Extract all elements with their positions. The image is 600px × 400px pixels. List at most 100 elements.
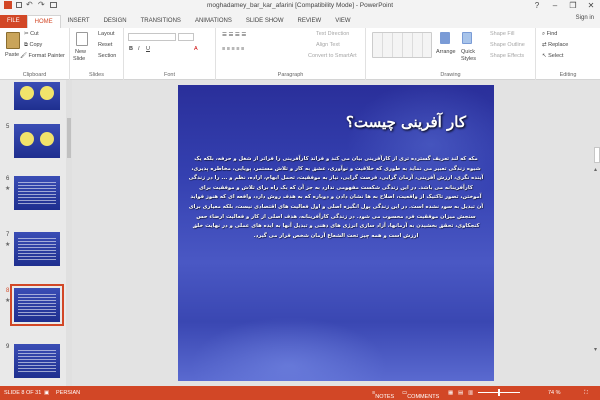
italic-button[interactable]: I [138, 46, 140, 52]
text-direction-button[interactable]: Text Direction [316, 31, 349, 37]
convert-smartart-button[interactable]: Convert to SmartArt [308, 53, 357, 59]
thumbnail-number: 6 [6, 176, 10, 182]
bold-button[interactable]: B [129, 46, 133, 52]
help-button[interactable]: ? [528, 0, 546, 12]
normal-view-icon[interactable]: ▦ [448, 390, 453, 396]
new-slide-button-line2[interactable]: Slide [73, 56, 85, 62]
copy-icon: ⧉ [24, 42, 28, 48]
maximize-button[interactable]: ❐ [564, 0, 582, 12]
tab-home[interactable]: HOME [26, 15, 61, 28]
shape-fill-button[interactable]: Shape Fill [490, 31, 514, 37]
cut-label: Cut [30, 31, 39, 37]
arrange-icon[interactable] [440, 32, 450, 44]
tab-review[interactable]: REVIEW [291, 15, 329, 28]
zoom-slider-thumb[interactable] [498, 389, 500, 396]
bullets-button[interactable]: ☰ ☰ ☰ ☰ [222, 32, 246, 38]
select-label: Select [548, 53, 564, 59]
animation-star-icon: ★ [5, 186, 11, 192]
section-button[interactable]: Section [98, 53, 116, 59]
tab-transitions[interactable]: TRANSITIONS [134, 15, 188, 28]
arrange-button[interactable]: Arrange [436, 49, 456, 55]
current-slide[interactable]: کار آفرینی چیست؟ مکه که لند تعریف گسترده… [178, 85, 494, 381]
thumbnail-number: 9 [6, 344, 10, 350]
format-painter-button[interactable]: 🖌 Format Painter [20, 53, 65, 59]
pane-toggle[interactable] [594, 147, 600, 163]
language-indicator[interactable]: PERSIAN [56, 390, 80, 396]
cursor-icon: ↖ [542, 53, 547, 59]
slide-body-text[interactable]: مکه که لند تعریف گسترده تری از کارآفرینی… [188, 155, 484, 241]
zoom-slider[interactable] [478, 389, 520, 396]
slide-sorter-icon[interactable]: ▤ [458, 390, 463, 396]
spellcheck-icon[interactable]: ▣ [44, 390, 49, 396]
tab-slide-show[interactable]: SLIDE SHOW [239, 15, 291, 28]
notes-label: NOTES [375, 394, 395, 400]
thumbnail-circle [20, 132, 34, 146]
quick-styles-icon[interactable] [462, 32, 472, 44]
status-bar: SLIDE 8 OF 31 ▣ PERSIAN ≡ NOTES ▭ COMMEN… [0, 386, 600, 400]
thumbnail-text-lines [18, 294, 56, 317]
drawing-group-label: Drawing [440, 72, 461, 78]
slides-group: New Slide Layout Reset Section Slides [70, 28, 124, 80]
animation-star-icon: ★ [5, 298, 11, 304]
tab-insert[interactable]: INSERT [61, 15, 97, 28]
new-slide-icon[interactable] [76, 32, 88, 46]
find-label: Find [546, 31, 558, 37]
notes-button[interactable]: ≡ NOTES [372, 390, 394, 400]
thumbnail-number: 8 [6, 288, 10, 294]
font-color-button[interactable]: A [194, 46, 198, 52]
reading-view-icon[interactable]: ▥ [468, 390, 473, 396]
quick-styles-button-line2[interactable]: Styles [461, 56, 476, 62]
select-button[interactable]: ↖ Select [542, 53, 563, 59]
fit-slide-icon[interactable]: ⛶ [584, 390, 588, 397]
slide-title[interactable]: کار آفرینی چیست؟ [346, 113, 466, 131]
quick-styles-button[interactable]: Quick [461, 49, 475, 55]
tab-design[interactable]: DESIGN [97, 15, 134, 28]
replace-icon: ⇄ [542, 42, 547, 48]
sign-in-link[interactable]: Sign in [576, 15, 594, 21]
slide-thumbnail[interactable] [14, 176, 60, 210]
slide-thumbnail[interactable] [14, 232, 60, 266]
copy-button[interactable]: ⧉ Copy [24, 42, 42, 49]
slide-thumbnail[interactable] [14, 344, 60, 378]
zoom-level[interactable]: 74 % [548, 390, 561, 396]
tab-file[interactable]: FILE [0, 15, 27, 28]
replace-button[interactable]: ⇄ Replace [542, 42, 568, 48]
thumbnail-number: 7 [6, 232, 10, 238]
scrollbar-thumb[interactable] [67, 118, 71, 158]
layout-button[interactable]: Layout [98, 31, 115, 37]
paragraph-group-label: Paragraph [277, 72, 304, 78]
underline-button[interactable]: U [146, 46, 150, 52]
font-name-combo[interactable] [128, 33, 176, 41]
paste-button[interactable]: Paste [5, 52, 19, 58]
font-group: B I U A Font [124, 28, 216, 80]
slide-thumbnail[interactable] [10, 284, 64, 326]
slide-scrollbar[interactable]: ▴ ▾ [594, 166, 600, 366]
comments-button[interactable]: ▭ COMMENTS [402, 390, 439, 400]
paintbrush-icon: 🖌 [20, 53, 27, 59]
scroll-up-icon[interactable]: ▴ [594, 166, 600, 173]
tab-view[interactable]: VIEW [328, 15, 357, 28]
paste-icon[interactable] [6, 32, 20, 49]
new-slide-button[interactable]: New [75, 49, 86, 55]
find-button[interactable]: ⌕ Find [542, 31, 557, 38]
slide-thumbnail[interactable] [14, 124, 60, 158]
tab-animations[interactable]: ANIMATIONS [188, 15, 239, 28]
shape-effects-button[interactable]: Shape Effects [490, 53, 524, 59]
scissors-icon: ✂ [24, 31, 29, 37]
close-button[interactable]: ✕ [582, 0, 600, 12]
font-size-combo[interactable] [178, 33, 194, 41]
window-title: moghadamey_bar_kar_afarini [Compatibilit… [206, 2, 394, 9]
shapes-gallery[interactable] [372, 32, 432, 58]
replace-label: Replace [548, 42, 569, 48]
minimize-button[interactable]: – [546, 0, 564, 12]
slide-thumbnail[interactable] [14, 82, 60, 110]
reset-button[interactable]: Reset [98, 42, 112, 48]
animation-star-icon: ★ [5, 242, 11, 248]
thumbnail-circle [40, 86, 54, 100]
shape-outline-button[interactable]: Shape Outline [490, 42, 525, 48]
thumbnail-text-lines [18, 182, 56, 205]
cut-button[interactable]: ✂ Cut [24, 31, 39, 37]
align-buttons[interactable]: ≡ ≡ ≡ ≡ ≡ [222, 46, 244, 52]
align-text-button[interactable]: Align Text [316, 42, 340, 48]
scroll-down-icon[interactable]: ▾ [594, 346, 600, 353]
